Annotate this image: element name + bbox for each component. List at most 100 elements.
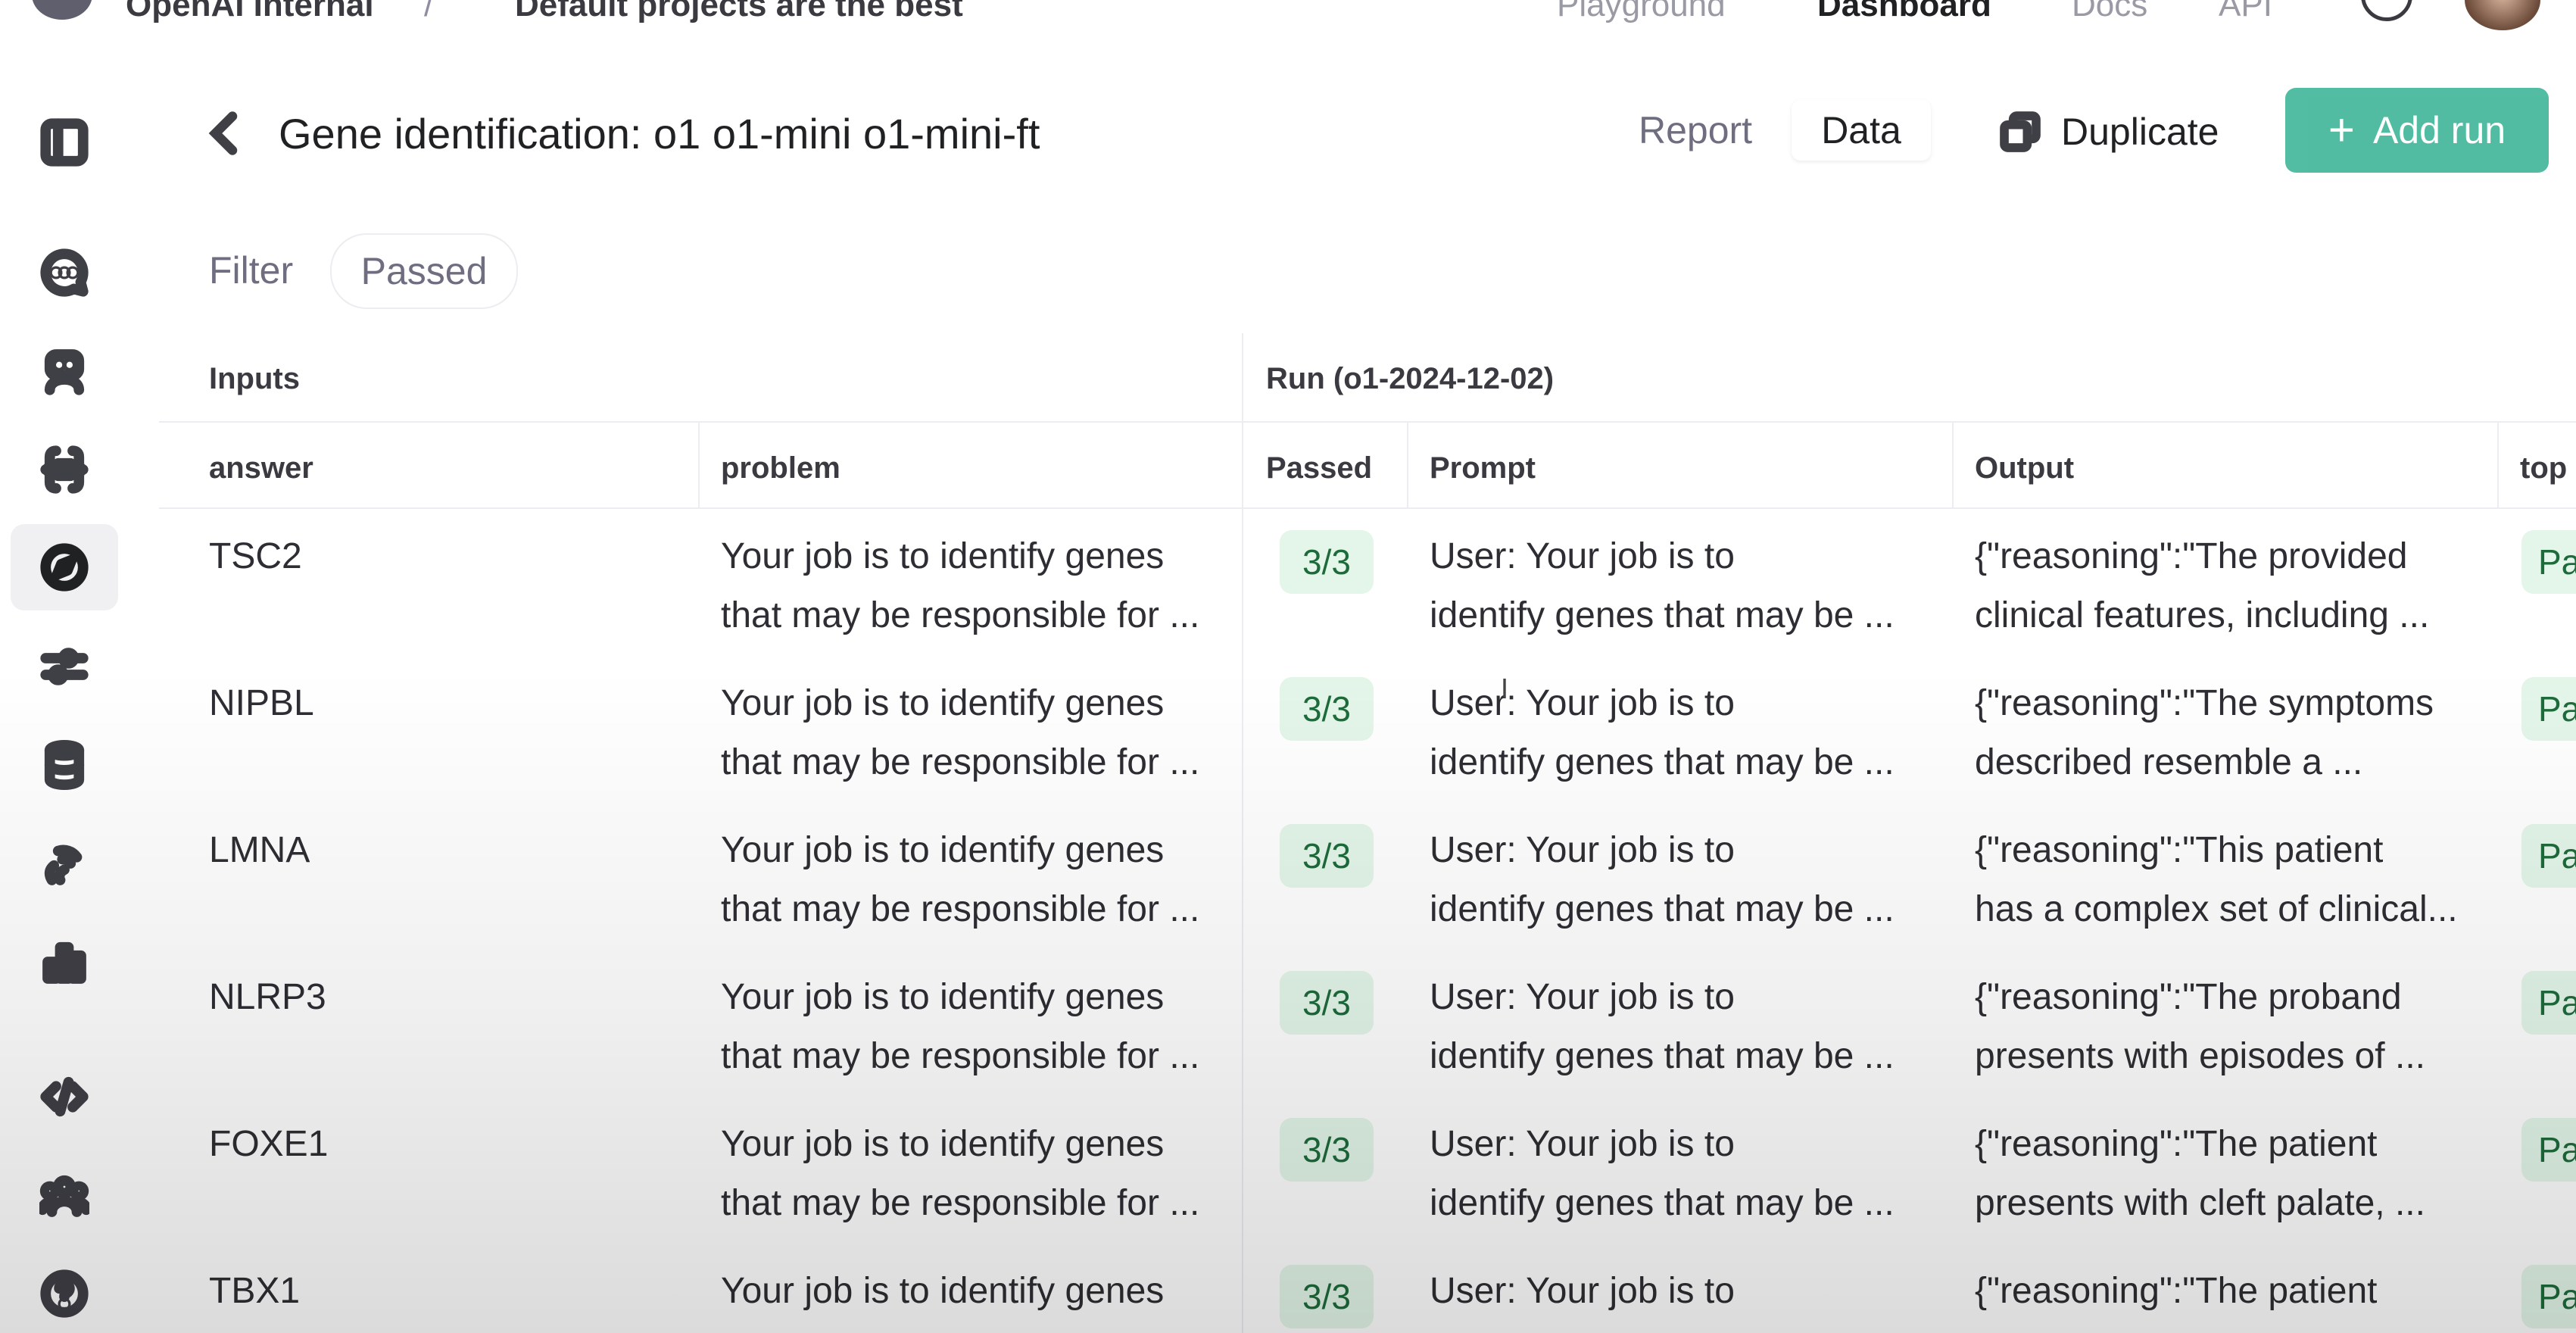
top-badge: Pa	[2521, 1118, 2576, 1182]
add-run-label: Add run	[2372, 109, 2506, 151]
cell-output-line1: {"reasoning":"The patient	[1975, 1271, 2378, 1311]
cell-problem-line1: Your job is to identify genes	[721, 830, 1165, 870]
nav-dashboard[interactable]: Dashboard	[1817, 0, 1991, 24]
top-badge: Pa	[2521, 677, 2576, 741]
cell-output-line2: clinical features, including ...	[1975, 595, 2430, 635]
cell-answer: NLRP3	[209, 977, 326, 1017]
cell-output-line2: presents with episodes of ...	[1975, 1036, 2425, 1076]
json-braces-icon[interactable]	[34, 439, 95, 500]
column-divider	[2497, 421, 2499, 507]
filter-chip-passed[interactable]: Passed	[330, 233, 518, 309]
nav-api[interactable]: API	[2219, 0, 2272, 24]
breadcrumb-separator: /	[424, 0, 434, 23]
chat-icon[interactable]	[34, 242, 95, 303]
column-header-prompt[interactable]: Prompt	[1430, 451, 1536, 485]
cell-output-line1: {"reasoning":"The provided	[1975, 536, 2408, 576]
cell-output-line1: {"reasoning":"The symptoms	[1975, 683, 2434, 723]
user-avatar[interactable]	[2465, 0, 2540, 30]
cell-prompt-line1: User: Your job is to	[1430, 1124, 1735, 1164]
org-avatar[interactable]	[32, 0, 92, 20]
page-title: Gene identification: o1 o1-mini o1-mini-…	[279, 110, 1040, 158]
filter-label[interactable]: Filter	[209, 248, 293, 292]
copy-icon	[2000, 111, 2041, 152]
column-header-problem[interactable]: problem	[721, 451, 840, 485]
cell-answer: TBX1	[209, 1271, 301, 1311]
tab-data[interactable]: Data	[1792, 100, 1931, 161]
add-run-button[interactable]: + Add run	[2285, 88, 2549, 173]
cell-prompt-line1: User: Your job is to	[1430, 1271, 1735, 1311]
cell-problem-line2: that may be responsible for ...	[721, 595, 1200, 635]
cell-problem-line1: Your job is to identify genes	[721, 1271, 1165, 1311]
view-tabs: Report Data	[1611, 89, 1937, 171]
tab-report[interactable]: Report	[1639, 100, 1752, 161]
cell-problem-line2: that may be responsible for ...	[721, 742, 1200, 782]
column-divider	[1407, 421, 1408, 507]
column-header-answer[interactable]: answer	[209, 451, 313, 485]
column-header-top[interactable]: top	[2520, 451, 2567, 485]
nav-docs[interactable]: Docs	[2072, 0, 2147, 24]
top-badge: Pa	[2521, 530, 2576, 594]
group-divider	[1242, 333, 1243, 1333]
passed-badge: 3/3	[1280, 1265, 1374, 1328]
cell-prompt-line2: identify genes that may be ...	[1430, 742, 1895, 782]
cell-prompt-line1: User: Your job is to	[1430, 977, 1735, 1017]
top-bar: OpenAI Internal / Default projects are t…	[0, 0, 2576, 30]
cell-answer: LMNA	[209, 830, 310, 870]
database-icon[interactable]	[34, 735, 95, 795]
cell-output-line2: has a complex set of clinical...	[1975, 889, 2458, 929]
duplicate-button[interactable]: Duplicate	[1999, 89, 2253, 174]
cell-output-line1: {"reasoning":"This patient	[1975, 830, 2384, 870]
passed-badge: 3/3	[1280, 824, 1374, 888]
text-cursor-icon: Ι	[1501, 673, 1509, 704]
cell-problem-line2: that may be responsible for ...	[721, 889, 1200, 929]
cell-prompt-line1: User: Your job is to	[1430, 683, 1735, 723]
top-badge: Pa	[2521, 1265, 2576, 1328]
passed-badge: 3/3	[1280, 971, 1374, 1035]
cell-output-line2: described resemble a ...	[1975, 742, 2363, 782]
panel-toggle-icon[interactable]	[34, 112, 95, 173]
cell-problem-line2: that may be responsible for ...	[721, 1183, 1200, 1223]
compass-icon[interactable]	[11, 524, 118, 610]
cell-problem-line1: Your job is to identify genes	[721, 977, 1165, 1017]
cell-answer: NIPBL	[209, 683, 314, 723]
header-divider	[159, 421, 2576, 423]
cell-prompt-line1: User: Your job is to	[1430, 830, 1735, 870]
plus-icon: +	[2328, 105, 2355, 155]
sliders-icon[interactable]	[34, 636, 95, 697]
cell-prompt-line1: User: Your job is to	[1430, 536, 1735, 576]
help-icon[interactable]	[2361, 0, 2412, 21]
cell-prompt-line2: identify genes that may be ...	[1430, 1183, 1895, 1223]
column-header-output[interactable]: Output	[1975, 451, 2074, 485]
assistant-bot-icon[interactable]	[34, 341, 95, 401]
cell-problem-line1: Your job is to identify genes	[721, 1124, 1165, 1164]
header-divider	[159, 507, 2576, 509]
cell-prompt-line2: identify genes that may be ...	[1430, 595, 1895, 635]
project-name[interactable]: Default projects are the best	[515, 0, 963, 24]
org-name[interactable]: OpenAI Internal	[126, 0, 374, 24]
back-arrow-icon[interactable]	[206, 111, 244, 156]
duplicate-label: Duplicate	[2061, 111, 2219, 153]
passed-badge: 3/3	[1280, 1118, 1374, 1182]
cell-problem-line1: Your job is to identify genes	[721, 683, 1165, 723]
group-header-inputs: Inputs	[209, 362, 300, 395]
cell-output-line1: {"reasoning":"The patient	[1975, 1124, 2378, 1164]
passed-badge: 3/3	[1280, 530, 1374, 594]
code-icon[interactable]	[34, 1066, 95, 1127]
column-header-passed[interactable]: Passed	[1266, 451, 1372, 485]
top-badge: Pa	[2521, 971, 2576, 1035]
team-icon[interactable]	[34, 1165, 95, 1225]
audio-icon[interactable]	[34, 833, 95, 894]
group-header-run: Run (o1-2024-12-02)	[1266, 362, 1555, 395]
help-circle-icon[interactable]	[34, 1263, 95, 1324]
bar-chart-icon[interactable]	[34, 932, 95, 992]
nav-playground[interactable]: Playground	[1557, 0, 1726, 24]
top-badge: Pa	[2521, 824, 2576, 888]
column-divider	[698, 421, 700, 507]
cell-output-line2: presents with cleft palate, ...	[1975, 1183, 2425, 1223]
cell-answer: TSC2	[209, 536, 302, 576]
column-divider	[1952, 421, 1954, 507]
cell-prompt-line2: identify genes that may be ...	[1430, 1036, 1895, 1076]
cell-prompt-line2: identify genes that may be ...	[1430, 889, 1895, 929]
cell-problem-line2: that may be responsible for ...	[721, 1036, 1200, 1076]
cell-output-line1: {"reasoning":"The proband	[1975, 977, 2402, 1017]
